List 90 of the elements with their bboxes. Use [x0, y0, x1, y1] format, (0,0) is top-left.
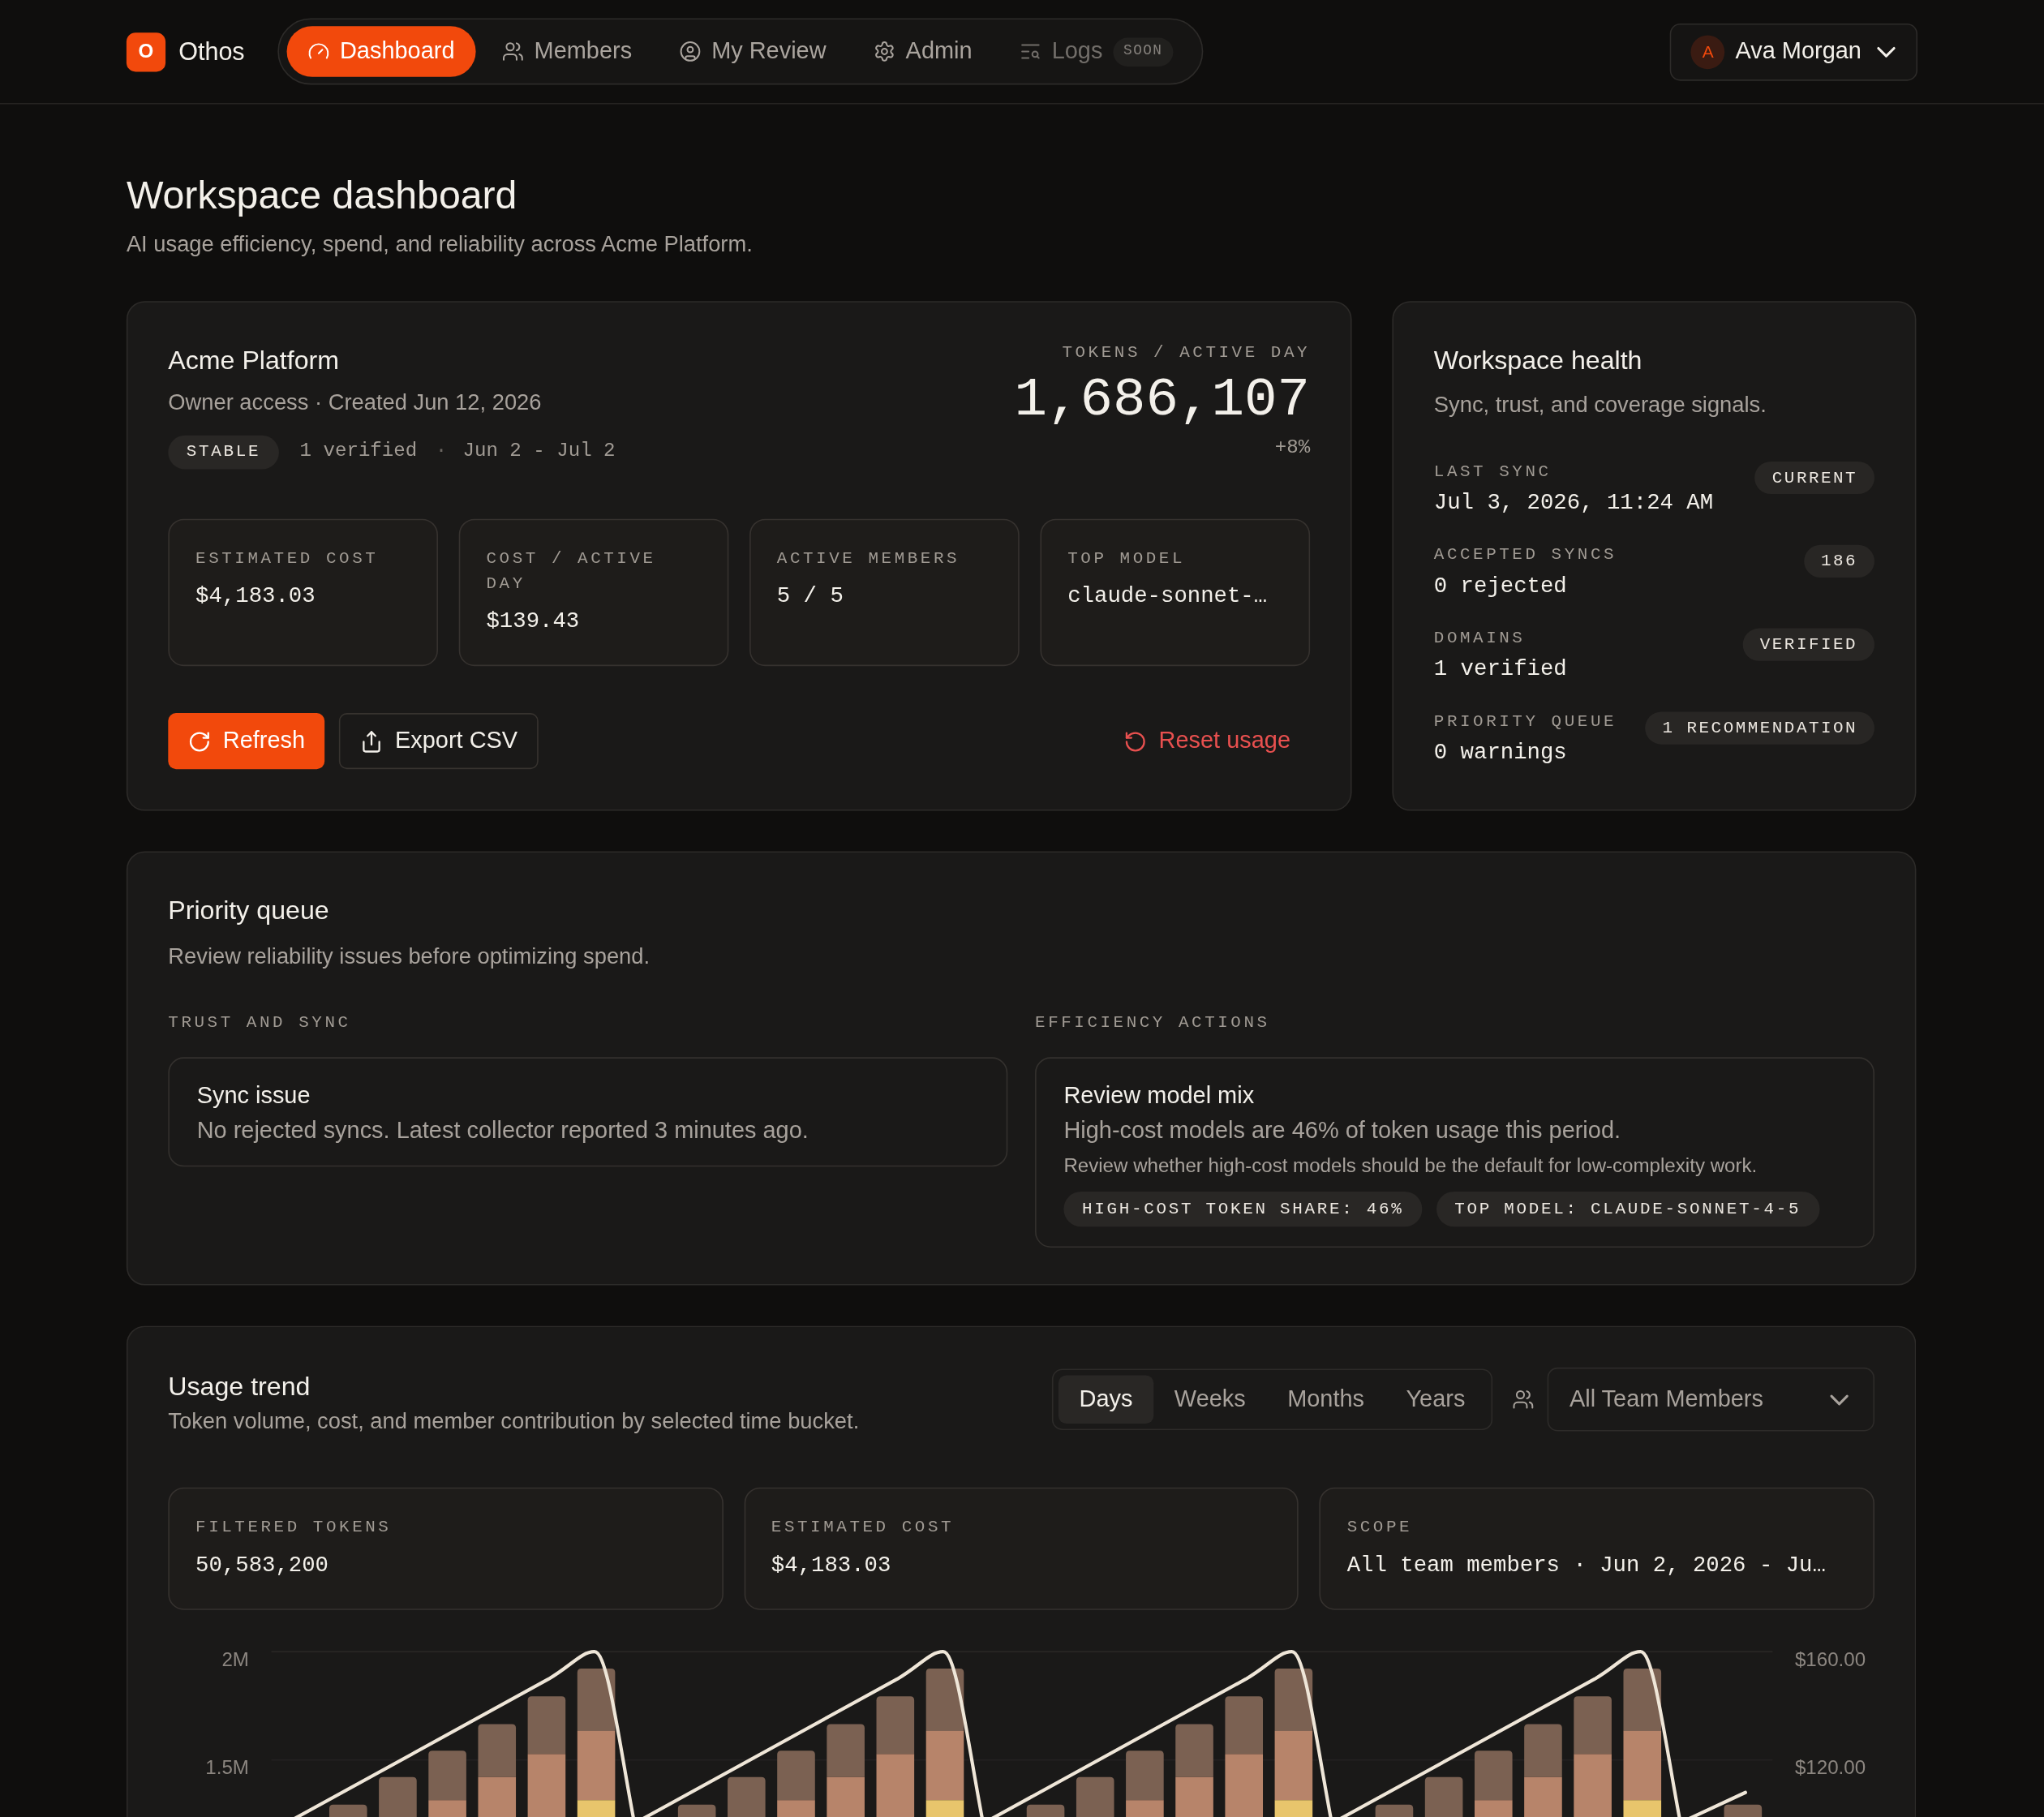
member-select[interactable]: All Team Members: [1547, 1367, 1874, 1432]
rotate-ccw-icon: [1123, 729, 1148, 754]
health-label: ACCEPTED SYNCS: [1433, 544, 1617, 566]
stacked-bar: [1724, 1804, 1763, 1817]
stacked-bar: [677, 1804, 716, 1817]
stat-label: TOP MODEL: [1067, 548, 1186, 570]
avatar: A: [1690, 34, 1725, 69]
health-badge: 1 RECOMMENDATION: [1645, 711, 1874, 745]
user-circle-icon: [678, 40, 702, 63]
card-title: Workspace health: [1433, 344, 1642, 376]
axis-label: $120.00: [1794, 1755, 1866, 1780]
health-label: LAST SYNC: [1433, 461, 1552, 483]
verified-count: 1 verified: [299, 440, 418, 465]
axis-label: $160.00: [1794, 1647, 1866, 1672]
stacked-bar: [1026, 1804, 1065, 1817]
brand-name: Othos: [178, 36, 245, 67]
card-subtitle: Review reliability issues before optimizing spend.: [168, 943, 651, 971]
stat-label: ESTIMATED COST: [195, 548, 379, 570]
section-heading: EFFICIENCY ACTIONS: [1035, 1012, 1270, 1034]
axis-label: 2M: [221, 1647, 249, 1672]
stat-value: $4,183.03: [771, 1552, 891, 1579]
headline-change: +8%: [1274, 436, 1311, 461]
stat-label: ACTIVE MEMBERS: [776, 548, 960, 570]
action-button[interactable]: Export CSV: [338, 713, 539, 770]
headline-label: TOKENS / ACTIVE DAY: [1062, 342, 1311, 364]
card-subtitle: Token volume, cost, and member contribution by selected time bucket.: [168, 1408, 860, 1436]
stat-value: claude-sonnet-…: [1067, 583, 1268, 611]
users-icon: [501, 40, 524, 63]
action-button[interactable]: Refresh: [168, 713, 325, 770]
section-heading: TRUST AND SYNC: [168, 1012, 351, 1034]
health-label: DOMAINS: [1433, 628, 1526, 650]
refresh-icon: [187, 729, 212, 754]
health-value: 1 verified: [1433, 656, 1567, 684]
stat-value: 50,583,200: [195, 1552, 329, 1579]
settings-icon: [873, 40, 895, 63]
date-range: Jun 2 - Jul 2: [462, 440, 616, 465]
nav-tab[interactable]: My Review: [658, 26, 848, 77]
action-button[interactable]: Reset usage: [1104, 713, 1311, 770]
bucket-tab[interactable]: Years: [1385, 1375, 1487, 1424]
headline-value: 1,686,107: [1014, 370, 1311, 431]
metric-tag: HIGH-COST TOKEN SHARE: 46%: [1063, 1191, 1422, 1227]
stacked-bar: [1076, 1776, 1114, 1817]
stat-label: COST / ACTIVE DAY: [486, 548, 657, 595]
card-title: Priority queue: [168, 895, 329, 926]
health-value: 0 warnings: [1433, 739, 1567, 767]
bucket-tab[interactable]: Weeks: [1153, 1375, 1267, 1424]
stat-value: $4,183.03: [195, 583, 316, 611]
issue-text: No rejected syncs. Latest collector reported 3 minutes ago.: [196, 1116, 809, 1145]
page-subtitle: AI usage efficiency, spend, and reliability across Acme Platform.: [126, 231, 753, 259]
health-badge: 186: [1804, 544, 1874, 578]
workspace-name: Acme Platform: [168, 344, 340, 376]
stat-label: SCOPE: [1346, 1516, 1413, 1539]
nav-tab[interactable]: Admin: [852, 26, 994, 77]
separator-dot: ·: [435, 440, 448, 465]
card-title: Usage trend: [168, 1370, 311, 1402]
users-icon: [1512, 1388, 1535, 1411]
health-value: Jul 3, 2026, 11:24 AM: [1433, 489, 1714, 517]
nav-tab[interactable]: Dashboard: [286, 26, 476, 77]
stat-value: $139.43: [486, 608, 580, 636]
stat-value: All team members · Jun 2, 2026 - Ju…: [1346, 1552, 1826, 1579]
axis-label: 1.5M: [205, 1755, 249, 1780]
logo-mark: O: [126, 32, 166, 71]
stacked-bar: [1375, 1804, 1414, 1817]
bucket-tab[interactable]: Days: [1058, 1375, 1154, 1424]
health-value: 0 rejected: [1433, 573, 1567, 600]
stacked-bar: [1424, 1776, 1463, 1817]
health-badge: CURRENT: [1754, 461, 1874, 495]
issue-title: Sync issue: [196, 1080, 311, 1110]
nav-tab[interactable]: Members: [480, 26, 653, 77]
stacked-bar: [328, 1804, 367, 1817]
stat-label: ESTIMATED COST: [771, 1516, 955, 1539]
bucket-tab[interactable]: Months: [1266, 1375, 1385, 1424]
page-title: Workspace dashboard: [126, 172, 517, 218]
health-badge: VERIFIED: [1742, 628, 1874, 661]
stat-label: FILTERED TOKENS: [195, 1516, 392, 1539]
metric-tag: TOP MODEL: CLAUDE-SONNET-4-5: [1436, 1191, 1819, 1227]
stat-value: 5 / 5: [776, 583, 844, 611]
issue-title: Review model mix: [1063, 1080, 1255, 1110]
user-menu[interactable]: A Ava Morgan: [1670, 23, 1918, 80]
chevron-down-icon: [1830, 1394, 1849, 1405]
health-label: PRIORITY QUEUE: [1433, 711, 1617, 733]
stacked-bar: [728, 1776, 766, 1817]
workspace-meta: Owner access · Created Jun 12, 2026: [168, 389, 542, 417]
status-badge: STABLE: [168, 435, 279, 470]
issue-text: High-cost models are 46% of token usage this period.: [1063, 1116, 1621, 1145]
issue-note: Review whether high-cost models should be the default for low-complexity work.: [1063, 1153, 1758, 1178]
card-subtitle: Sync, trust, and coverage signals.: [1433, 391, 1767, 419]
chevron-down-icon: [1877, 46, 1896, 57]
stacked-bar: [379, 1776, 417, 1817]
soon-badge: SOON: [1113, 37, 1174, 67]
